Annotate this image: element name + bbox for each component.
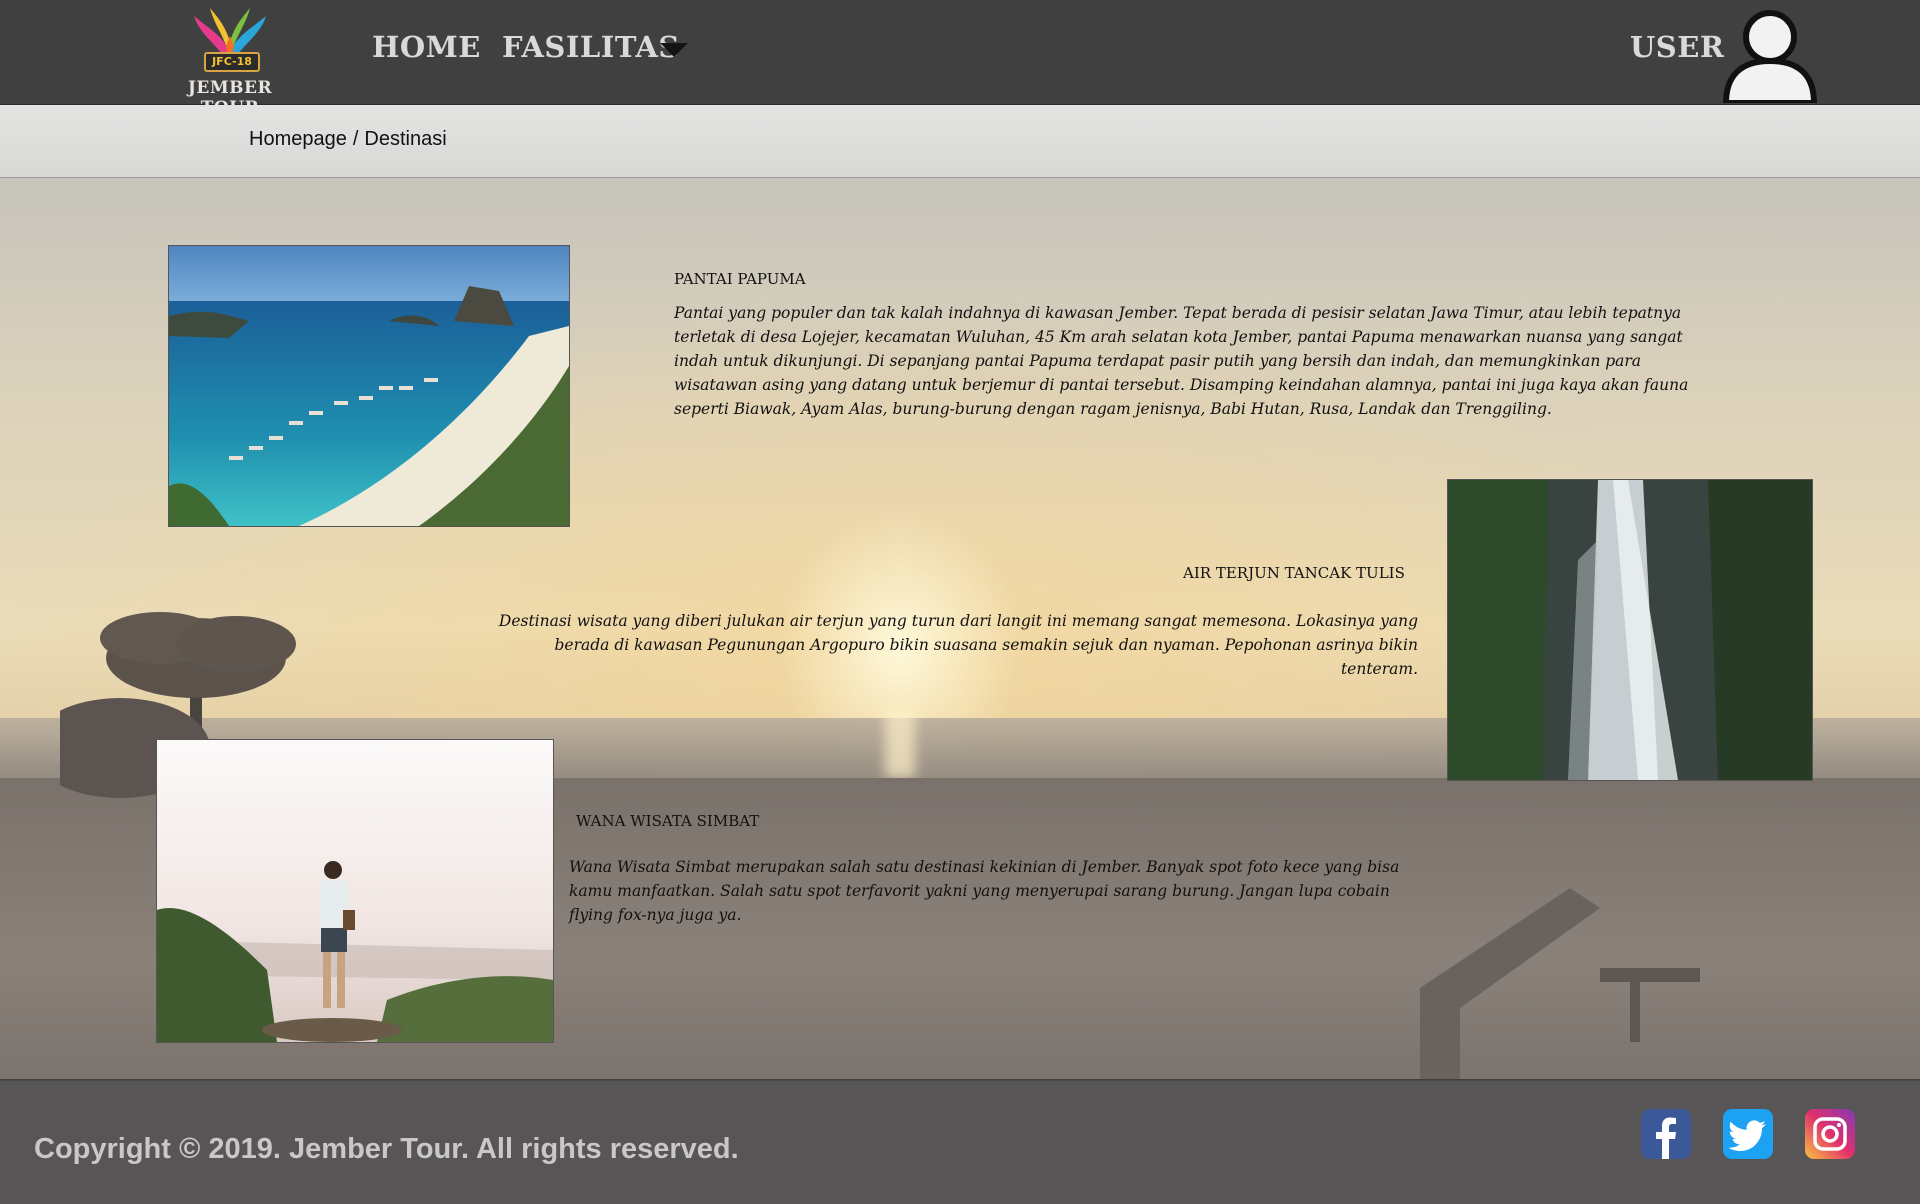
- air-terjun-tancak-tulis-photo: [1447, 479, 1813, 781]
- destinations-section: PANTAI PAPUMA Pantai yang populer dan ta…: [0, 178, 1920, 1079]
- footer: Copyright © 2019. Jember Tour. All right…: [0, 1080, 1920, 1204]
- background-fence: [1420, 888, 1700, 1079]
- nav-user-link[interactable]: USER: [1630, 30, 1724, 64]
- jember-tour-logo[interactable]: JFC-18 JEMBER TOUR: [160, 6, 300, 118]
- nav-home-link[interactable]: HOME: [372, 30, 481, 64]
- breadcrumb: Homepage / Destinasi: [0, 105, 1920, 178]
- destination-title: AIR TERJUN TANCAK TULIS: [1183, 564, 1405, 582]
- destination-title: PANTAI PAPUMA: [674, 270, 806, 288]
- facebook-icon[interactable]: [1641, 1109, 1691, 1159]
- background-sun-reflection: [885, 708, 915, 778]
- destination-title: WANA WISATA SIMBAT: [576, 812, 760, 830]
- instagram-icon[interactable]: [1805, 1109, 1855, 1159]
- logo-badge: JFC-18: [204, 52, 260, 72]
- breadcrumb-separator: /: [352, 128, 359, 150]
- breadcrumb-home-link[interactable]: Homepage: [249, 128, 347, 150]
- wana-wisata-simbat-photo: [156, 739, 554, 1043]
- breadcrumb-trail: Homepage / Destinasi: [249, 128, 453, 151]
- twitter-icon[interactable]: [1723, 1109, 1773, 1159]
- top-navbar: JFC-18 JEMBER TOUR HOME FASILITAS USER: [0, 0, 1920, 118]
- chevron-down-icon[interactable]: [660, 43, 688, 57]
- destination-description: Destinasi wisata yang diberi julukan air…: [498, 612, 1418, 678]
- destination-description: Wana Wisata Simbat merupakan salah satu …: [569, 858, 1400, 924]
- breadcrumb-current: Destinasi: [364, 128, 447, 150]
- pantai-papuma-photo: [168, 245, 570, 527]
- copyright-text: Copyright © 2019. Jember Tour. All right…: [34, 1133, 739, 1165]
- destination-description: Pantai yang populer dan tak kalah indahn…: [674, 304, 1689, 418]
- user-avatar-icon[interactable]: [1720, 3, 1820, 106]
- nav-fasilitas-dropdown[interactable]: FASILITAS: [502, 30, 680, 64]
